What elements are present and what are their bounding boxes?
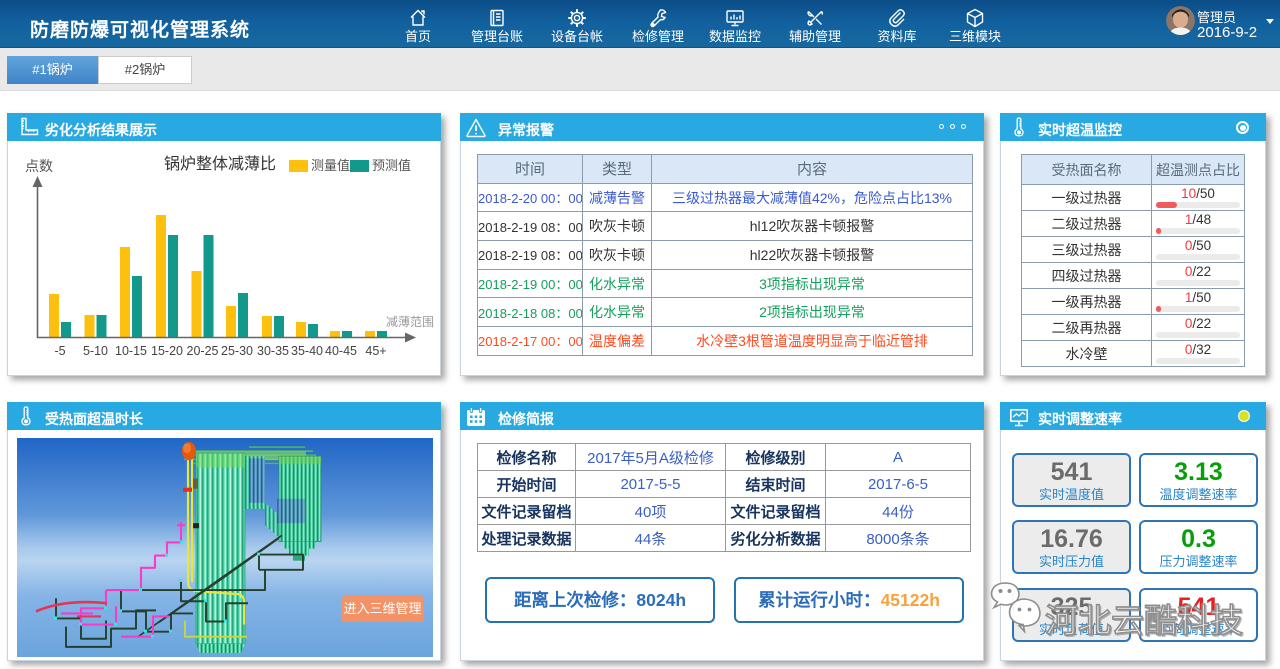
svg-text:5-10: 5-10 — [83, 344, 108, 358]
svg-text:40-45: 40-45 — [325, 344, 357, 358]
svg-text:25-30: 25-30 — [221, 344, 253, 358]
svg-text:预测值: 预测值 — [372, 158, 411, 173]
svg-text:点数: 点数 — [25, 158, 53, 174]
svg-text:测量值: 测量值 — [311, 158, 350, 173]
svg-text:-5: -5 — [54, 344, 65, 358]
svg-text:15-20: 15-20 — [151, 344, 183, 358]
svg-text:10-15: 10-15 — [115, 344, 147, 358]
svg-text:35-40: 35-40 — [291, 344, 323, 358]
svg-text:减薄范围: 减薄范围 — [386, 314, 434, 329]
svg-text:20-25: 20-25 — [187, 344, 219, 358]
svg-text:45+: 45+ — [365, 344, 386, 358]
svg-text:锅炉整体减薄比: 锅炉整体减薄比 — [164, 155, 276, 173]
svg-text:30-35: 30-35 — [257, 344, 289, 358]
